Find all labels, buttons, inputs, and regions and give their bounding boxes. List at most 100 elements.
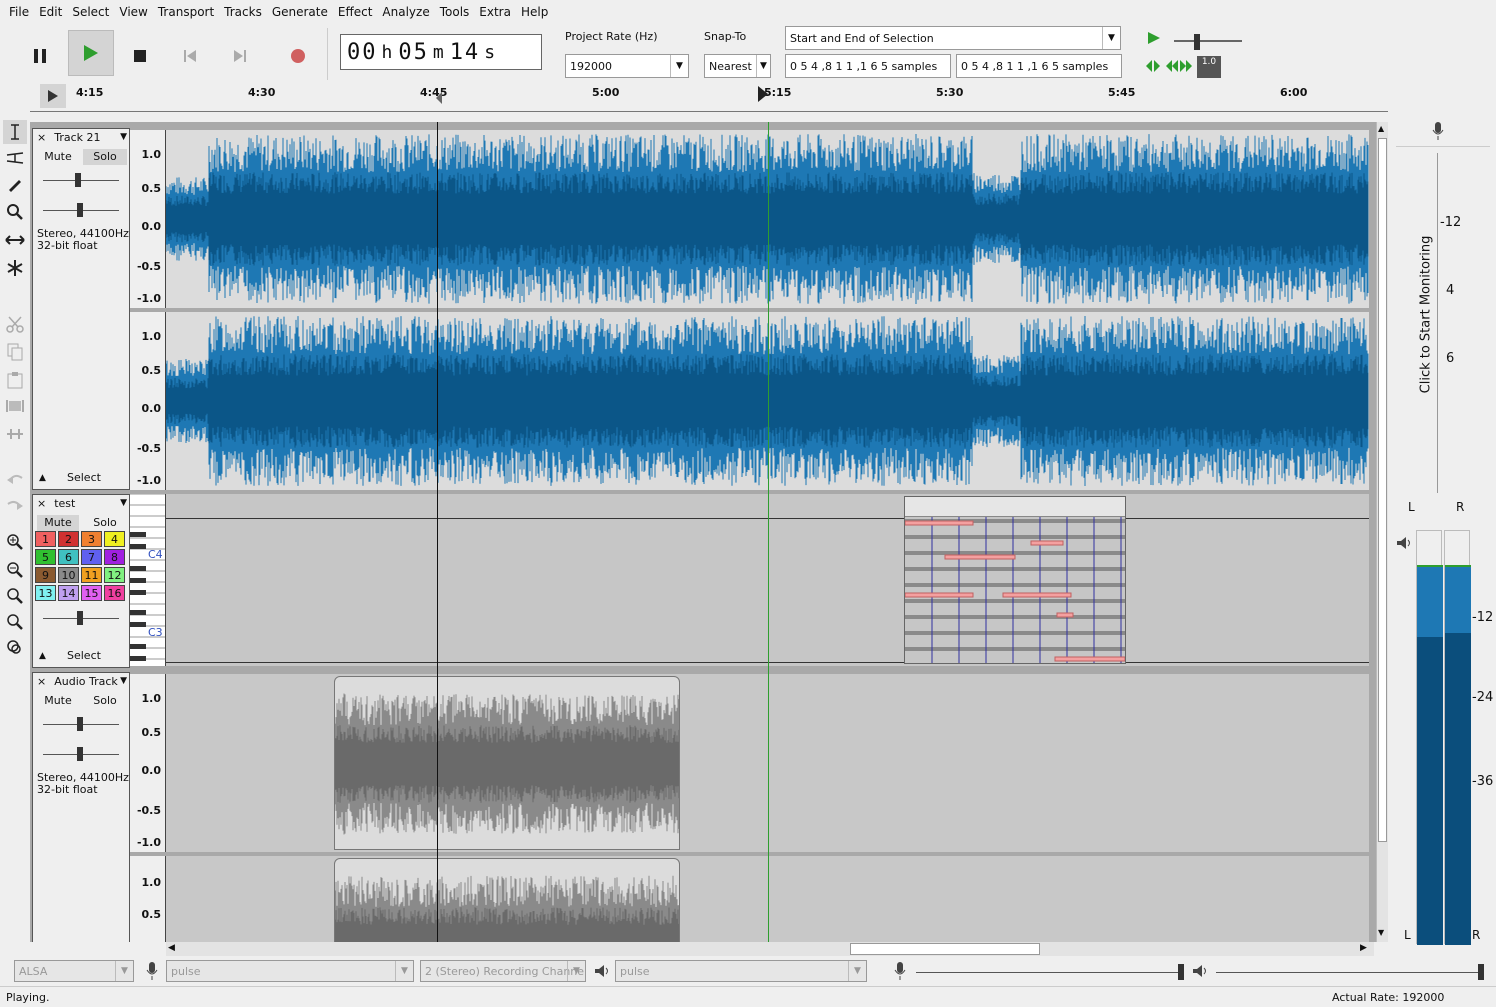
collapse-icon[interactable]: ▲ <box>39 473 46 483</box>
midi-note[interactable] <box>1002 592 1072 598</box>
multi-tool-button[interactable] <box>3 256 27 280</box>
zoom-tool-button[interactable] <box>3 200 27 224</box>
tracks-area[interactable]: × Track 21 ▼ Mute Solo Stereo, 44100Hz 32-… <box>30 122 1376 942</box>
recording-volume-slider[interactable] <box>916 962 1186 982</box>
track-name[interactable]: test <box>54 497 75 510</box>
track-control-panel[interactable]: × Audio Track ▼ Mute Solo Stereo, 44100Hz … <box>32 672 130 942</box>
slider-thumb[interactable] <box>77 747 83 761</box>
project-rate-select[interactable]: 192000 ▼ <box>565 54 689 78</box>
track-menu-chevron-icon[interactable]: ▼ <box>120 498 127 508</box>
close-track-icon[interactable]: × <box>37 497 46 510</box>
track-control-panel[interactable]: × Track 21 ▼ Mute Solo Stereo, 44100Hz 32-… <box>32 128 130 490</box>
note-track-control-panel[interactable]: × test ▼ Mute Solo 1 2 3 4 5 6 7 8 9 10 11 12 13 14 15 16… <box>32 494 130 668</box>
scroll-left-arrow[interactable]: ◀ <box>168 943 175 953</box>
selection-tool-button[interactable] <box>3 120 27 144</box>
time-display[interactable]: 00 h 05 m 14 s <box>340 34 542 70</box>
midi-note[interactable] <box>905 592 974 598</box>
solo-button[interactable]: Solo <box>83 515 127 531</box>
select-track-button[interactable]: Select <box>67 471 101 484</box>
copy-button[interactable] <box>3 340 27 364</box>
close-track-icon[interactable]: × <box>37 675 46 688</box>
midi-channel-5-button[interactable]: 5 <box>35 549 56 565</box>
midi-channel-6-button[interactable]: 6 <box>58 549 79 565</box>
track-header[interactable]: × Track 21 ▼ <box>33 129 129 145</box>
slider-thumb[interactable] <box>77 203 83 217</box>
midi-clip[interactable] <box>904 496 1126 664</box>
track-menu-chevron-icon[interactable]: ▼ <box>120 676 127 686</box>
menu-select[interactable]: Select <box>67 5 114 19</box>
midi-channel-12-button[interactable]: 12 <box>104 567 125 583</box>
track-menu-chevron-icon[interactable]: ▼ <box>120 132 127 142</box>
menu-help[interactable]: Help <box>516 5 553 19</box>
mute-button[interactable]: Mute <box>37 515 79 531</box>
recording-channels-select[interactable]: 2 (Stereo) Recording Channe ▼ <box>420 960 586 982</box>
scrollbar-thumb[interactable] <box>850 943 1040 955</box>
record-meter[interactable]: Click to Start Monitoring -12 4 6 <box>1396 146 1490 496</box>
menu-file[interactable]: File <box>4 5 34 19</box>
midi-channel-7-button[interactable]: 7 <box>81 549 102 565</box>
gain-slider[interactable] <box>43 173 119 189</box>
menu-transport[interactable]: Transport <box>153 5 219 19</box>
horizontal-scrollbar[interactable]: ◀ ▶ <box>166 942 1374 956</box>
midi-channel-1-button[interactable]: 1 <box>35 531 56 547</box>
playback-volume-slider[interactable] <box>1216 962 1486 982</box>
selection-end-field[interactable]: 0 5 4 ,8 1 1 ,1 6 5 samples <box>956 54 1122 78</box>
playback-device-select[interactable]: pulse ▼ <box>615 960 867 982</box>
menu-effect[interactable]: Effect <box>333 5 378 19</box>
redo-button[interactable] <box>3 492 27 516</box>
menu-tools[interactable]: Tools <box>435 5 475 19</box>
selection-start-field[interactable]: 0 5 4 ,8 1 1 ,1 6 5 samples <box>785 54 951 78</box>
menu-generate[interactable]: Generate <box>267 5 333 19</box>
scroll-down-arrow[interactable]: ▼ <box>1378 928 1384 937</box>
ruler-play-button[interactable] <box>40 84 66 108</box>
pan-slider[interactable] <box>43 203 119 219</box>
pan-slider[interactable] <box>43 747 119 763</box>
midi-channel-16-button[interactable]: 16 <box>104 585 125 601</box>
midi-note[interactable] <box>944 554 1016 560</box>
gain-slider[interactable] <box>43 717 119 733</box>
midi-channel-14-button[interactable]: 14 <box>58 585 79 601</box>
playback-meter-right[interactable] <box>1444 530 1471 945</box>
timeline-ruler[interactable]: 4:15 4:30 4:45 5:00 5:15 5:30 5:45 6:00 <box>30 82 1388 112</box>
track-header[interactable]: × test ▼ <box>33 495 129 511</box>
pause-button[interactable] <box>20 36 60 76</box>
zoom-out-button[interactable] <box>3 558 27 582</box>
midi-note[interactable] <box>1054 656 1125 662</box>
midi-channel-3-button[interactable]: 3 <box>81 531 102 547</box>
velocity-slider[interactable] <box>43 611 119 627</box>
scroll-right-arrow[interactable]: ▶ <box>1360 943 1367 953</box>
midi-channel-11-button[interactable]: 11 <box>81 567 102 583</box>
mute-button[interactable]: Mute <box>37 693 79 709</box>
play-at-speed-button[interactable] <box>1144 28 1164 48</box>
audio-clip-left[interactable] <box>334 676 680 850</box>
draw-tool-button[interactable] <box>3 172 27 196</box>
silence-button[interactable] <box>3 422 27 446</box>
midi-note[interactable] <box>1030 540 1064 546</box>
collapse-icon[interactable]: ▲ <box>39 651 46 661</box>
paste-button[interactable] <box>3 368 27 392</box>
time-shift-tool-button[interactable] <box>3 228 27 252</box>
midi-channel-9-button[interactable]: 9 <box>35 567 56 583</box>
midi-note[interactable] <box>1056 612 1074 618</box>
record-button[interactable] <box>278 36 318 76</box>
slider-thumb[interactable] <box>75 173 81 187</box>
menu-analyze[interactable]: Analyze <box>377 5 434 19</box>
midi-channel-13-button[interactable]: 13 <box>35 585 56 601</box>
fit-selection-button[interactable] <box>3 584 27 608</box>
skip-end-button[interactable] <box>220 36 260 76</box>
menu-edit[interactable]: Edit <box>34 5 67 19</box>
monitor-prompt[interactable]: Click to Start Monitoring <box>1419 235 1434 395</box>
recording-device-select[interactable]: pulse ▼ <box>166 960 414 982</box>
slider-thumb[interactable] <box>77 611 83 625</box>
cut-button[interactable] <box>3 312 27 336</box>
selection-mode-select[interactable]: Start and End of Selection ▼ <box>785 26 1121 50</box>
midi-channel-8-button[interactable]: 8 <box>104 549 125 565</box>
select-track-button[interactable]: Select <box>67 649 101 662</box>
seek-buttons[interactable] <box>1144 56 1194 76</box>
menu-view[interactable]: View <box>114 5 152 19</box>
fit-project-button[interactable] <box>3 610 27 634</box>
midi-channel-2-button[interactable]: 2 <box>58 531 79 547</box>
track-header[interactable]: × Audio Track ▼ <box>33 673 129 689</box>
solo-button[interactable]: Solo <box>83 693 127 709</box>
midi-channel-15-button[interactable]: 15 <box>81 585 102 601</box>
